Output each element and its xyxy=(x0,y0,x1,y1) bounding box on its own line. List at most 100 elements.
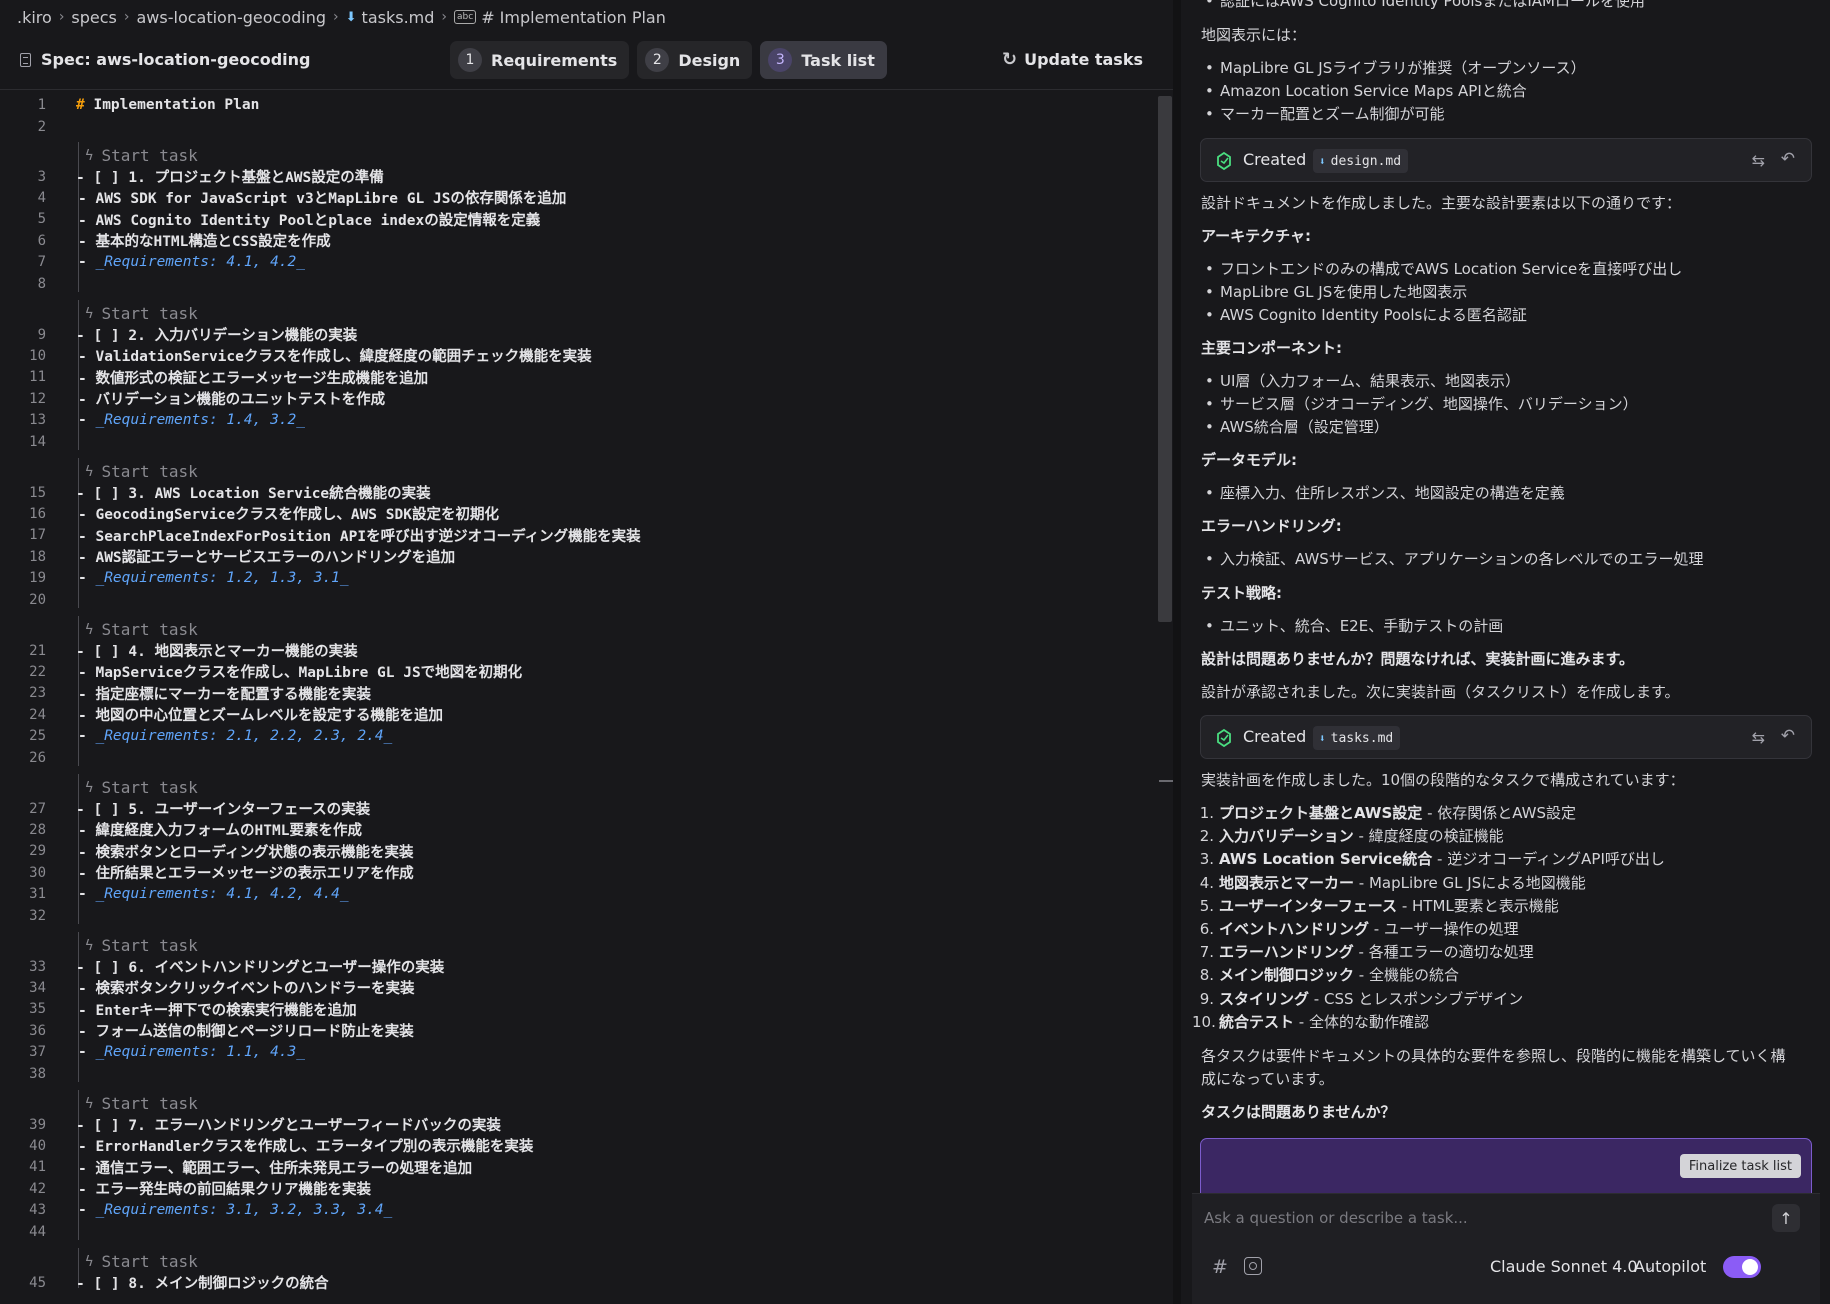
tab-task-list[interactable]: 3 Task list xyxy=(760,41,887,79)
code-line[interactable]: 3 - [ ] 1. プロジェクト基盤とAWS設定の準備 xyxy=(0,166,1155,187)
chat-text: 実装計画を作成しました。10個の段階的なタスクで構成されています： xyxy=(1201,771,1685,789)
line-number: 26 xyxy=(29,749,46,766)
code-line[interactable]: 16 - GeocodingServiceクラスを作成し、AWS SDK設定を初期… xyxy=(0,503,1155,524)
code-line[interactable]: 20 xyxy=(0,589,1155,610)
code-line[interactable]: 35 - Enterキー押下での検索実行機能を追加 xyxy=(0,999,1155,1020)
compare-icon[interactable]: ⇆ xyxy=(1752,728,1765,747)
breadcrumb-spec-folder[interactable]: aws-location-geocoding xyxy=(137,8,327,27)
code-line[interactable]: 42 - エラー発生時の前回結果クリア機能を実装 xyxy=(0,1178,1155,1199)
code-line[interactable]: 6 - 基本的なHTML構造とCSS設定を作成 xyxy=(0,230,1155,251)
chevron-right-icon: › xyxy=(333,9,339,25)
spec-header: Spec: aws-location-geocoding 1 Requireme… xyxy=(0,40,1173,90)
code-line[interactable]: 25 - _Requirements: 2.1, 2.2, 2.3, 2.4_ xyxy=(0,726,1155,747)
breadcrumb-specs[interactable]: specs xyxy=(71,8,116,27)
line-content: - 基本的なHTML構造とCSS設定を作成 xyxy=(78,234,331,251)
start-task-codelens[interactable]: ϟ Start task xyxy=(85,461,198,482)
scrollbar-marker xyxy=(1159,780,1173,782)
code-line[interactable]: 33 - [ ] 6. イベントハンドリングとユーザー操作の実装 xyxy=(0,956,1155,977)
code-line[interactable]: 22 - MapServiceクラスを作成し、MapLibre GL JSで地図を… xyxy=(0,661,1155,682)
chat-bullet: 座標入力、住所レスポンス、地図設定の構造を定義 xyxy=(1205,483,1565,504)
code-line[interactable]: 2 xyxy=(0,116,1155,137)
breadcrumb-file[interactable]: tasks.md xyxy=(362,8,435,27)
task-title: イベントハンドリング xyxy=(1219,920,1370,938)
code-line[interactable]: 24 - 地図の中心位置とズームレベルを設定する機能を追加 xyxy=(0,704,1155,725)
code-line[interactable]: 45 - [ ] 8. メイン制御ロジックの統合 xyxy=(0,1272,1155,1293)
send-button[interactable]: ↑ xyxy=(1772,1204,1800,1232)
undo-icon[interactable]: ↶ xyxy=(1781,149,1795,169)
start-task-codelens[interactable]: ϟ Start task xyxy=(85,935,198,956)
code-line[interactable]: 15 - [ ] 3. AWS Location Service統合機能の実装 xyxy=(0,482,1155,503)
code-line[interactable]: 5 - AWS Cognito Identity Poolとplace index… xyxy=(0,209,1155,230)
code-editor[interactable]: ϟ Start task ϟ Start task ϟ Start task ϟ Start … xyxy=(0,90,1155,1304)
code-line[interactable]: 14 xyxy=(0,431,1155,452)
code-line[interactable]: 8 xyxy=(0,273,1155,294)
code-line[interactable]: 12 - バリデーション機能のユニットテストを作成 xyxy=(0,388,1155,409)
start-task-codelens[interactable]: ϟ Start task xyxy=(85,619,198,640)
breadcrumb-kiro[interactable]: .kiro xyxy=(17,8,52,27)
code-line[interactable]: 31 - _Requirements: 4.1, 4.2, 4.4_ xyxy=(0,884,1155,905)
code-line[interactable]: 1 # Implementation Plan xyxy=(0,94,1155,115)
start-task-codelens[interactable]: ϟ Start task xyxy=(85,303,198,324)
line-content: - AWS SDK for JavaScript v3とMapLibre GL … xyxy=(78,191,567,208)
code-line[interactable]: 28 - 緯度経度入力フォームのHTML要素を作成 xyxy=(0,819,1155,840)
code-line[interactable]: 38 xyxy=(0,1063,1155,1084)
code-line[interactable]: 29 - 検索ボタンとローディング状態の表示機能を実装 xyxy=(0,841,1155,862)
tab-requirements[interactable]: 1 Requirements xyxy=(450,41,630,79)
file-chip-design[interactable]: ⬇ design.md xyxy=(1313,149,1409,173)
hash-context-icon[interactable]: # xyxy=(1212,1256,1228,1278)
pane-divider[interactable] xyxy=(1173,0,1181,1304)
code-line[interactable]: 9 - [ ] 2. 入力バリデーション機能の実装 xyxy=(0,324,1155,345)
start-task-codelens[interactable]: ϟ Start task xyxy=(85,777,198,798)
start-task-codelens[interactable]: ϟ Start task xyxy=(85,145,198,166)
code-line[interactable]: 40 - ErrorHandlerクラスを作成し、エラータイプ別の表示機能を実装 xyxy=(0,1135,1155,1156)
code-line[interactable]: 36 - フォーム送信の制御とページリロード防止を実装 xyxy=(0,1020,1155,1041)
finalize-task-list-button[interactable]: Finalize task list xyxy=(1679,1154,1801,1178)
code-line[interactable]: 4 - AWS SDK for JavaScript v3とMapLibre GL… xyxy=(0,187,1155,208)
compare-icon[interactable]: ⇆ xyxy=(1752,151,1765,170)
code-line[interactable]: 10 - ValidationServiceクラスを作成し、緯度経度の範囲チェック… xyxy=(0,345,1155,366)
start-task-codelens[interactable]: ϟ Start task xyxy=(85,1251,198,1272)
code-line[interactable]: 13 - _Requirements: 1.4, 3.2_ xyxy=(0,410,1155,431)
line-number: 20 xyxy=(29,591,46,608)
code-line[interactable]: 27 - [ ] 5. ユーザーインターフェースの実装 xyxy=(0,798,1155,819)
code-line[interactable]: 37 - _Requirements: 1.1, 4.3_ xyxy=(0,1042,1155,1063)
code-line[interactable]: 19 - _Requirements: 1.2, 1.3, 3.1_ xyxy=(0,568,1155,589)
code-line[interactable]: 26 xyxy=(0,747,1155,768)
line-number: 23 xyxy=(29,685,46,702)
code-line[interactable]: 30 - 住所結果とエラーメッセージの表示エリアを作成 xyxy=(0,862,1155,883)
undo-icon[interactable]: ↶ xyxy=(1781,726,1795,746)
image-attach-icon[interactable] xyxy=(1244,1257,1262,1275)
line-number: 30 xyxy=(29,864,46,881)
code-line[interactable]: 23 - 指定座標にマーカーを配置する機能を実装 xyxy=(0,683,1155,704)
code-line[interactable]: 34 - 検索ボタンクリックイベントのハンドラーを実装 xyxy=(0,977,1155,998)
code-line[interactable]: 18 - AWS認証エラーとサービスエラーのハンドリングを追加 xyxy=(0,546,1155,567)
line-content: - [ ] 4. 地図表示とマーカー機能の実装 xyxy=(76,644,358,660)
code-line[interactable]: 39 - [ ] 7. エラーハンドリングとユーザーフィードバックの実装 xyxy=(0,1114,1155,1135)
code-line[interactable]: 7 - _Requirements: 4.1, 4.2_ xyxy=(0,252,1155,273)
start-task-codelens[interactable]: ϟ Start task xyxy=(85,1093,198,1114)
line-content: - MapServiceクラスを作成し、MapLibre GL JSで地図を初期… xyxy=(78,665,523,682)
code-line[interactable]: 41 - 通信エラー、範囲エラー、住所未発見エラーの処理を追加 xyxy=(0,1157,1155,1178)
autopilot-toggle[interactable] xyxy=(1723,1256,1761,1278)
breadcrumb-symbol[interactable]: # Implementation Plan xyxy=(481,8,666,27)
codelens-label: Start task xyxy=(101,304,198,323)
code-line[interactable]: 43 - _Requirements: 3.1, 3.2, 3.3, 3.4_ xyxy=(0,1200,1155,1221)
markdown-file-icon: ⬇ xyxy=(1319,154,1326,168)
code-line[interactable]: 11 - 数値形式の検証とエラーメッセージ生成機能を追加 xyxy=(0,367,1155,388)
line-content: - [ ] 1. プロジェクト基盤とAWS設定の準備 xyxy=(76,170,384,186)
tab-number: 2 xyxy=(645,48,670,72)
chat-input[interactable] xyxy=(1204,1204,1764,1232)
update-tasks-button[interactable]: ↻ Update tasks xyxy=(1002,49,1143,70)
spec-title-text: Spec: aws-location-geocoding xyxy=(41,50,311,69)
tab-design[interactable]: 2 Design xyxy=(637,41,753,79)
code-line[interactable]: 32 xyxy=(0,905,1155,926)
model-select[interactable]: Claude Sonnet 4.0 ⌄ xyxy=(1490,1257,1654,1276)
lightning-icon: ϟ xyxy=(85,937,94,954)
code-line[interactable]: 21 - [ ] 4. 地図表示とマーカー機能の実装 xyxy=(0,640,1155,661)
chat-heading: タスクは問題ありませんか？ xyxy=(1201,1103,1396,1121)
editor-scrollbar[interactable] xyxy=(1158,96,1172,622)
chat-bullet: 認証にはAWS Cognito Identity PoolsまたはIAMロールを… xyxy=(1205,0,1645,12)
code-line[interactable]: 17 - SearchPlaceIndexForPosition APIを呼び出す… xyxy=(0,525,1155,546)
code-line[interactable]: 44 xyxy=(0,1221,1155,1242)
file-chip-tasks[interactable]: ⬇ tasks.md xyxy=(1313,726,1401,750)
